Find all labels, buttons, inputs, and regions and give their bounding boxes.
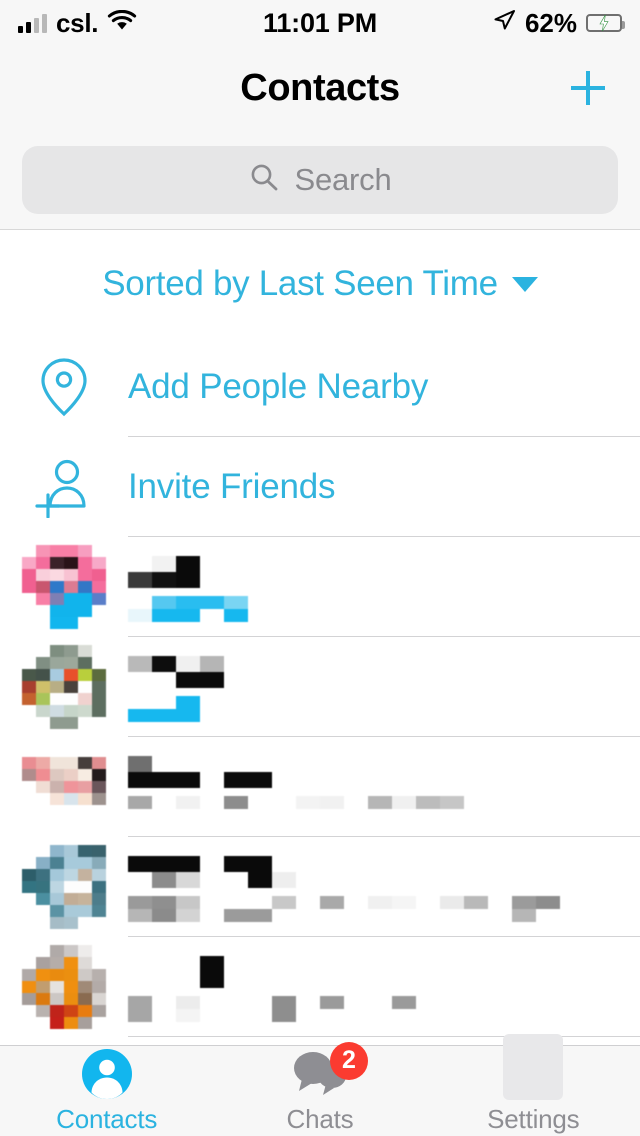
- search-input[interactable]: Search: [22, 145, 618, 214]
- sort-label: Sorted by Last Seen Time: [102, 264, 498, 303]
- status-bar-center: 11:01 PM: [263, 8, 377, 39]
- carrier-label: csl.: [56, 7, 99, 38]
- contact-status-redacted: [128, 896, 620, 922]
- location-arrow-icon: [492, 8, 516, 39]
- contact-row[interactable]: [0, 937, 640, 1037]
- cellular-signal-icon: [18, 13, 47, 33]
- tab-chats[interactable]: 2 Chats: [213, 1041, 426, 1136]
- contact-status-redacted: [128, 596, 620, 622]
- settings-placeholder-icon: [503, 1033, 564, 1100]
- person-add-icon: [0, 456, 128, 518]
- plus-icon[interactable]: [560, 60, 616, 116]
- add-people-nearby-label: Add People Nearby: [128, 367, 429, 406]
- chevron-down-icon: [511, 276, 538, 292]
- contact-status-redacted: [128, 696, 620, 722]
- invite-friends-row[interactable]: Invite Friends: [0, 437, 640, 537]
- contact-info: [128, 652, 640, 722]
- contact-name-redacted: [128, 556, 620, 588]
- contact-info: [128, 752, 640, 822]
- tab-settings-label: Settings: [487, 1103, 580, 1134]
- search-area: Search: [0, 130, 640, 230]
- avatar: [0, 545, 128, 629]
- status-bar-right: 62%: [377, 7, 625, 39]
- contact-name-redacted: [128, 856, 620, 888]
- avatar: [0, 645, 128, 729]
- wifi-icon: [107, 8, 137, 39]
- add-people-nearby-row[interactable]: Add People Nearby: [0, 337, 640, 437]
- avatar: [0, 845, 128, 929]
- tab-bar: Contacts 2 Chats Settings: [0, 1033, 640, 1136]
- battery-charging-icon: [586, 14, 625, 32]
- search-icon: [248, 161, 280, 198]
- status-bar-left: csl.: [18, 8, 263, 39]
- sort-selector[interactable]: Sorted by Last Seen Time: [0, 231, 640, 337]
- contacts-screen: csl. 11:01 PM 62% Contacts Search Sorted…: [0, 0, 640, 1136]
- person-circle-icon: [81, 1048, 133, 1100]
- location-pin-icon: [0, 356, 128, 418]
- invite-friends-label: Invite Friends: [128, 467, 336, 506]
- contact-name-redacted: [128, 956, 620, 988]
- tab-settings[interactable]: Settings: [427, 1033, 640, 1136]
- tab-contacts[interactable]: Contacts: [0, 1046, 213, 1136]
- status-bar: csl. 11:01 PM 62%: [0, 0, 640, 46]
- contact-info: [128, 852, 640, 922]
- tab-chats-label: Chats: [286, 1103, 354, 1134]
- contact-rows-container: [0, 537, 640, 1037]
- navigation-bar: Contacts: [0, 46, 640, 130]
- contact-name-redacted: [128, 756, 620, 788]
- row-separator: [128, 1036, 640, 1037]
- contact-row[interactable]: [0, 637, 640, 737]
- contacts-list[interactable]: Sorted by Last Seen Time Add People Near…: [0, 231, 640, 1045]
- contact-status-redacted: [128, 996, 620, 1022]
- contact-name-redacted: [128, 656, 620, 688]
- chats-unread-badge: 2: [329, 1041, 368, 1080]
- contact-info: [128, 552, 640, 622]
- contact-row[interactable]: [0, 837, 640, 937]
- clock-label: 11:01 PM: [263, 7, 377, 38]
- page-title: Contacts: [240, 66, 400, 109]
- search-placeholder: Search: [294, 161, 392, 197]
- contact-row[interactable]: [0, 537, 640, 637]
- avatar: [0, 745, 128, 829]
- battery-percent-label: 62%: [524, 7, 577, 38]
- contact-status-redacted: [128, 796, 620, 822]
- contact-row[interactable]: [0, 737, 640, 837]
- avatar: [0, 945, 128, 1029]
- chat-bubbles-icon: 2: [290, 1041, 368, 1100]
- tab-contacts-label: Contacts: [56, 1103, 158, 1134]
- contact-info: [128, 952, 640, 1022]
